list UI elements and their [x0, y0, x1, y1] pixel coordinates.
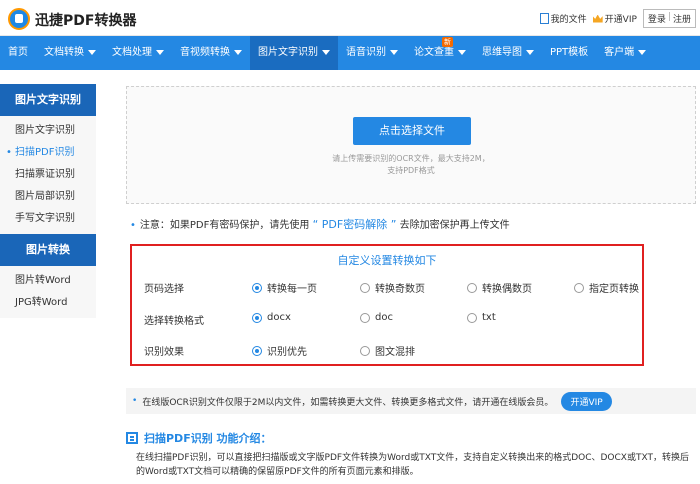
top-right-links: 我的文件 开通VIP 登录 | 注册: [539, 9, 696, 28]
format-selection-row: 选择转换格式 docx doc txt: [144, 312, 644, 327]
nav-ppt-template[interactable]: PPT模板: [542, 36, 596, 70]
radio-unchecked-icon: [467, 282, 477, 293]
sidebar-item-partial-ocr[interactable]: 图片局部识别: [0, 186, 96, 208]
nav-home[interactable]: 首页: [0, 36, 36, 70]
radio-checked-icon: [252, 345, 262, 356]
recognition-effect-label: 识别效果: [144, 347, 184, 358]
upload-hint: 请上传需要识别的OCR文件，最大支持2M， 支持PDF格式: [332, 154, 490, 175]
recognition-effect-row: 识别效果 识别优先 图文混排: [144, 343, 644, 358]
open-vip-link[interactable]: 开通VIP: [592, 12, 637, 25]
page-selection-row: 页码选择 转换每一页 转换奇数页 转换偶数页 指定页转换: [144, 280, 644, 295]
page-selection-label: 页码选择: [144, 284, 184, 295]
sidebar: 图片文字识别 图片文字识别 扫描PDF识别 扫描票证识别 图片局部识别 手写文字…: [0, 84, 96, 318]
note-prefix: 注意：如果PDF有密码保护，请先使用: [139, 220, 310, 231]
ocr-limit-text: 在线版OCR识别文件仅限于2M以内文件，如需转换更大文件、转换更多格式文件，请开…: [142, 397, 554, 408]
top-bar: 迅捷PDF转换器 我的文件 开通VIP 登录 | 注册: [0, 0, 700, 36]
open-vip-button[interactable]: 开通VIP: [561, 391, 612, 411]
open-vip-label: 开通VIP: [604, 15, 637, 25]
sidebar-item-image-ocr[interactable]: 图片文字识别: [0, 120, 96, 142]
chevron-down-icon: [322, 49, 330, 55]
radio-convert-every-page[interactable]: 转换每一页: [252, 280, 317, 295]
auth-separator: |: [667, 12, 671, 22]
radio-mixed-layout[interactable]: 图文混排: [360, 343, 415, 358]
radio-convert-even-pages[interactable]: 转换偶数页: [467, 280, 532, 295]
radio-checked-icon: [252, 282, 262, 293]
sidebar-list-image-convert: 图片转Word JPG转Word: [0, 266, 96, 318]
nav-paper-check[interactable]: 论文查重新: [406, 36, 474, 70]
chevron-down-icon: [458, 49, 466, 55]
nav-doc-convert[interactable]: 文档转换: [36, 36, 104, 70]
radio-convert-odd-pages[interactable]: 转换奇数页: [360, 280, 425, 295]
radio-convert-specified-pages[interactable]: 指定页转换: [574, 280, 639, 295]
nav-av-convert[interactable]: 音视频转换: [172, 36, 250, 70]
radio-unchecked-icon: [360, 312, 370, 323]
radio-unchecked-icon: [574, 282, 584, 293]
settings-title: 自定义设置转换如下: [337, 254, 437, 267]
radio-unchecked-icon: [467, 312, 477, 323]
choose-file-button[interactable]: 点击选择文件: [353, 117, 471, 145]
chevron-down-icon: [156, 49, 164, 55]
pdf-password-remove-link[interactable]: “ PDF密码解除 ”: [313, 218, 397, 231]
nav-image-ocr[interactable]: 图片文字识别: [250, 36, 338, 70]
note-suffix: 去除加密保护再上传文件: [399, 220, 510, 231]
chevron-down-icon: [390, 49, 398, 55]
my-files-label: 我的文件: [550, 15, 587, 25]
upload-dropzone[interactable]: 点击选择文件 请上传需要识别的OCR文件，最大支持2M， 支持PDF格式: [126, 86, 696, 204]
document-icon: [539, 13, 549, 24]
radio-checked-icon: [252, 312, 262, 323]
nav-speech-recognition[interactable]: 语音识别: [338, 36, 406, 70]
feature-intro-icon: [126, 432, 138, 444]
sidebar-header-ocr: 图片文字识别: [0, 84, 96, 116]
auth-buttons: 登录 | 注册: [642, 9, 696, 28]
sidebar-item-image-to-word[interactable]: 图片转Word: [0, 270, 96, 292]
nav-doc-process[interactable]: 文档处理: [104, 36, 172, 70]
format-selection-label: 选择转换格式: [144, 316, 204, 327]
nav-mind-map[interactable]: 思维导图: [474, 36, 542, 70]
sidebar-item-ticket-ocr[interactable]: 扫描票证识别: [0, 164, 96, 186]
nav-client[interactable]: 客户端: [596, 36, 654, 70]
chevron-down-icon: [526, 49, 534, 55]
chevron-down-icon: [88, 49, 96, 55]
chevron-down-icon: [638, 49, 647, 55]
sidebar-item-jpg-to-word[interactable]: JPG转Word: [0, 292, 96, 314]
login-button[interactable]: 登录: [648, 12, 666, 25]
crown-icon: [592, 14, 603, 23]
password-note: • 注意：如果PDF有密码保护，请先使用 “ PDF密码解除 ” 去除加密保护再上…: [130, 216, 510, 232]
sidebar-item-handwriting-ocr[interactable]: 手写文字识别: [0, 208, 96, 230]
radio-format-txt[interactable]: txt: [467, 312, 496, 323]
ocr-limit-info: • 在线版OCR识别文件仅限于2M以内文件，如需转换更大文件、转换更多格式文件，…: [126, 388, 696, 414]
intro-heading: 扫描PDF识别 功能介绍：: [126, 430, 272, 446]
intro-title: 扫描PDF识别 功能介绍：: [144, 432, 272, 445]
sidebar-header-image-convert: 图片转换: [0, 234, 96, 266]
radio-format-docx[interactable]: docx: [252, 312, 291, 323]
chevron-down-icon: [234, 49, 242, 55]
new-badge: 新: [442, 37, 453, 47]
radio-unchecked-icon: [360, 282, 370, 293]
sidebar-list-ocr: 图片文字识别 扫描PDF识别 扫描票证识别 图片局部识别 手写文字识别: [0, 116, 96, 234]
conversion-settings-panel: 自定义设置转换如下 页码选择 转换每一页 转换奇数页 转换偶数页 指定页转换 选…: [130, 244, 644, 366]
radio-format-doc[interactable]: doc: [360, 312, 393, 323]
sidebar-item-scan-pdf-ocr[interactable]: 扫描PDF识别: [0, 142, 96, 164]
app-title[interactable]: 迅捷PDF转换器: [35, 10, 136, 30]
main-nav: 首页 文档转换 文档处理 音视频转换 图片文字识别 语音识别 论文查重新 思维导…: [0, 36, 700, 70]
intro-text: 在线扫描PDF识别，可以直接把扫描版或文字版PDF文件转换为Word或TXT文件…: [136, 453, 689, 477]
radio-recognition-first[interactable]: 识别优先: [252, 343, 307, 358]
app-logo-icon[interactable]: [8, 8, 30, 30]
bullet-icon: •: [132, 396, 138, 406]
radio-unchecked-icon: [360, 345, 370, 356]
my-files-link[interactable]: 我的文件: [539, 12, 587, 25]
bullet-icon: •: [130, 220, 136, 231]
register-button[interactable]: 注册: [673, 12, 691, 25]
